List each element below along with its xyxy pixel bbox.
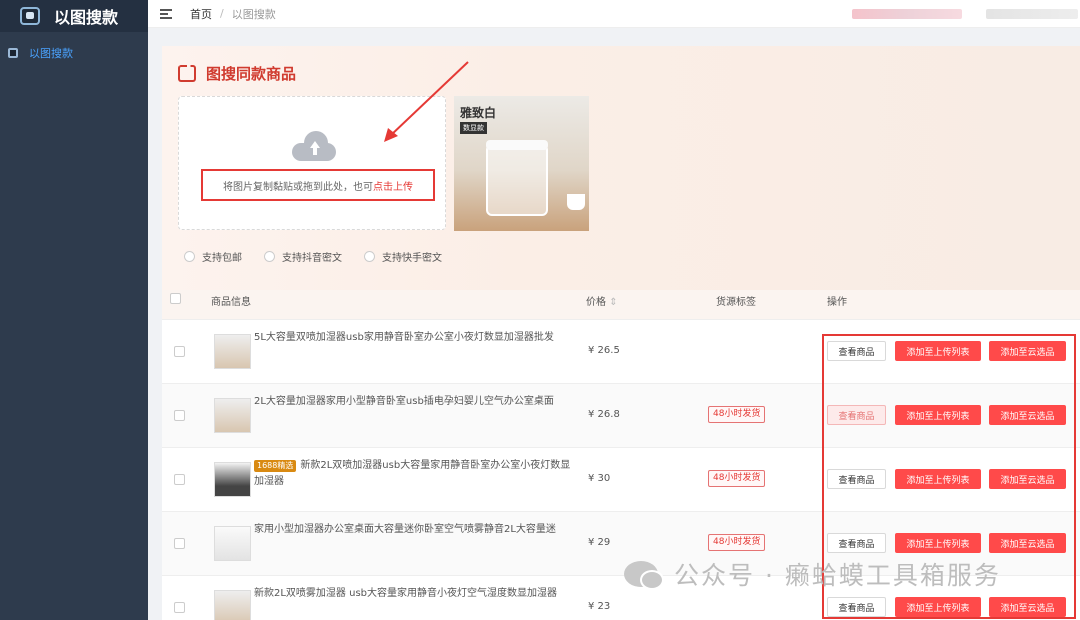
product-title[interactable]: 5L大容量双喷加湿器usb家用静音卧室办公室小夜灯数显加湿器批发	[254, 330, 574, 346]
row-checkbox[interactable]	[174, 538, 185, 549]
search-options: 支持包邮 支持抖音密文 支持快手密文	[184, 249, 464, 264]
product-title-text: 新款2L双喷加湿器usb大容量家用静音卧室办公室小夜灯数显加湿器	[254, 460, 571, 487]
option-free-shipping[interactable]: 支持包邮	[184, 249, 242, 264]
product-title[interactable]: 家用小型加湿器办公室桌面大容量迷你卧室空气喷雾静音2L大容量迷	[254, 522, 574, 538]
option-label: 支持抖音密文	[282, 253, 342, 264]
upload-link[interactable]: 点击上传	[373, 178, 413, 193]
breadcrumb-current: 以图搜款	[231, 7, 276, 21]
image-scan-icon	[178, 65, 196, 82]
select-all-checkbox[interactable]	[170, 293, 181, 304]
product-thumbnail[interactable]	[214, 590, 251, 620]
sidebar: 以图搜款 以图搜款	[0, 0, 148, 620]
product-thumbnail[interactable]	[214, 334, 251, 369]
product-price: ¥ 23	[588, 601, 611, 612]
shipping-tag: 48小时发货	[708, 470, 766, 487]
header-price[interactable]: 价格 ⇕	[586, 293, 618, 308]
header-info: 商品信息	[211, 297, 251, 308]
row-checkbox[interactable]	[174, 410, 185, 421]
search-panel: 图搜同款商品 将图片复制黏贴或拖到此处，也可 点击上传 雅致白 数显款 支持包邮 …	[162, 46, 1080, 290]
1688-badge: 1688精选	[254, 460, 297, 472]
breadcrumb-separator: /	[220, 7, 224, 20]
breadcrumb-home[interactable]: 首页	[190, 6, 212, 22]
header-tag: 货源标签	[716, 297, 756, 308]
row-checkbox[interactable]	[174, 346, 185, 357]
search-title: 图搜同款商品	[178, 63, 296, 84]
image-search-icon	[8, 48, 18, 58]
product-title[interactable]: 1688精选 新款2L双喷加湿器usb大容量家用静音卧室办公室小夜灯数显加湿器	[254, 458, 574, 490]
product-thumbnail[interactable]	[214, 462, 251, 497]
main-content: 图搜同款商品 将图片复制黏贴或拖到此处，也可 点击上传 雅致白 数显款 支持包邮 …	[162, 46, 1080, 620]
blurred-user-info	[852, 9, 962, 19]
app-title: 以图搜款	[54, 8, 119, 27]
menu-toggle-icon[interactable]	[160, 8, 172, 19]
product-price: ¥ 30	[588, 473, 611, 484]
sort-icon: ⇕	[609, 297, 618, 308]
blurred-account	[986, 9, 1078, 19]
option-douyin-code[interactable]: 支持抖音密文	[264, 249, 342, 264]
cup-image	[567, 194, 585, 210]
row-checkbox[interactable]	[174, 474, 185, 485]
product-title[interactable]: 新款2L双喷雾加湿器 usb大容量家用静音小夜灯空气湿度数显加湿器	[254, 586, 574, 602]
table-header: 商品信息 价格 ⇕ 货源标签 操作	[162, 290, 1080, 320]
header-action: 操作	[827, 297, 847, 308]
wechat-icon	[624, 561, 664, 590]
cloud-upload-icon	[292, 131, 336, 161]
radio-icon	[364, 251, 375, 262]
option-kuaishou-code[interactable]: 支持快手密文	[364, 249, 442, 264]
app-logo-icon	[20, 7, 40, 25]
option-label: 支持快手密文	[382, 253, 442, 264]
product-price: ¥ 29	[588, 537, 611, 548]
shipping-tag: 48小时发货	[708, 534, 766, 551]
sidebar-item-image-search[interactable]: 以图搜款	[0, 34, 148, 72]
product-price: ¥ 26.8	[588, 409, 620, 420]
sidebar-item-label: 以图搜款	[29, 47, 73, 60]
radio-icon	[264, 251, 275, 262]
option-label: 支持包邮	[202, 253, 242, 264]
preview-title: 雅致白	[460, 106, 497, 120]
row-checkbox[interactable]	[174, 602, 185, 613]
upload-hint-text: 将图片复制黏贴或拖到此处，也可	[223, 181, 373, 193]
upload-hint: 将图片复制黏贴或拖到此处，也可 点击上传	[201, 169, 435, 201]
product-thumbnail[interactable]	[214, 526, 251, 561]
shipping-tag: 48小时发货	[708, 406, 766, 423]
header-price-label: 价格	[586, 297, 606, 308]
preview-badge: 数显款	[460, 122, 487, 134]
radio-icon	[184, 251, 195, 262]
watermark-text: 公众号 · 癞蛤蟆工具箱服务	[674, 561, 1001, 590]
product-thumbnail[interactable]	[214, 398, 251, 433]
humidifier-image	[486, 140, 548, 216]
app-logo[interactable]: 以图搜款	[0, 0, 148, 32]
product-title[interactable]: 2L大容量加湿器家用小型静音卧室usb插电孕妇婴儿空气办公室桌面	[254, 394, 574, 410]
search-title-text: 图搜同款商品	[206, 65, 297, 83]
top-bar: 首页 / 以图搜款	[148, 0, 1080, 28]
product-price: ¥ 26.5	[588, 345, 620, 356]
watermark: 公众号 · 癞蛤蟆工具箱服务	[624, 556, 1001, 592]
preview-image[interactable]: 雅致白 数显款	[454, 96, 589, 231]
